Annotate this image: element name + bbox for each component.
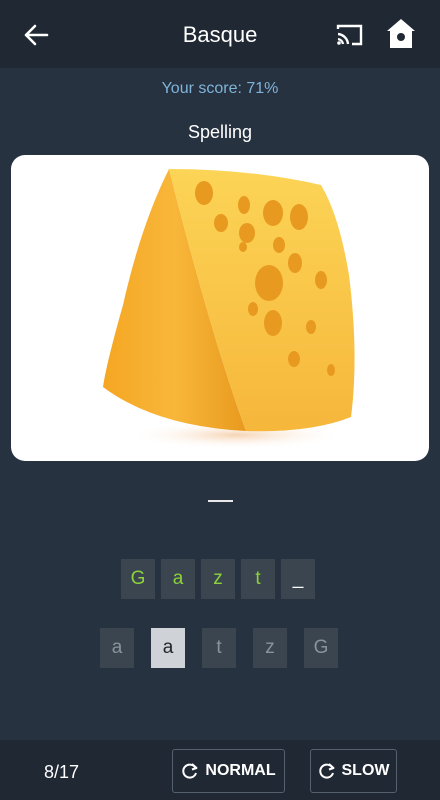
refresh-icon	[182, 763, 198, 779]
bottom-bar: 8/17 NORMAL SLOW	[0, 740, 440, 800]
letter-choice[interactable]: a	[100, 628, 134, 668]
app-bar: Basque	[0, 0, 440, 68]
page-title: Basque	[182, 22, 258, 47]
slow-speed-button[interactable]: SLOW	[310, 749, 397, 793]
cast-icon	[336, 24, 363, 46]
progress-counter: 8/17	[44, 762, 80, 782]
normal-speed-label: NORMAL	[205, 762, 276, 779]
letter-choice-selected[interactable]: a	[151, 628, 185, 668]
slow-speed-label: SLOW	[341, 762, 390, 779]
cast-button[interactable]	[334, 20, 366, 50]
mode-label: Spelling	[187, 122, 253, 142]
letter-choice[interactable]: G	[304, 628, 338, 668]
letter-choices: a a t z G	[100, 628, 338, 668]
answer-tile: G	[121, 559, 155, 599]
answer-tile: t	[241, 559, 275, 599]
letter-choice[interactable]: t	[202, 628, 236, 668]
normal-speed-button[interactable]: NORMAL	[172, 749, 285, 793]
score-text: Your score: 71%	[161, 80, 279, 97]
answer-tile: z	[201, 559, 235, 599]
answer-tile-blank: _	[281, 559, 315, 599]
answer-tiles: G a z t _	[121, 559, 315, 599]
letter-choice[interactable]: z	[253, 628, 287, 668]
refresh-icon	[318, 763, 334, 779]
answer-tile: a	[161, 559, 195, 599]
home-button[interactable]	[384, 16, 418, 52]
answer-placeholder-dash	[208, 500, 233, 502]
cheese-image	[11, 155, 429, 461]
home-icon	[387, 19, 415, 48]
